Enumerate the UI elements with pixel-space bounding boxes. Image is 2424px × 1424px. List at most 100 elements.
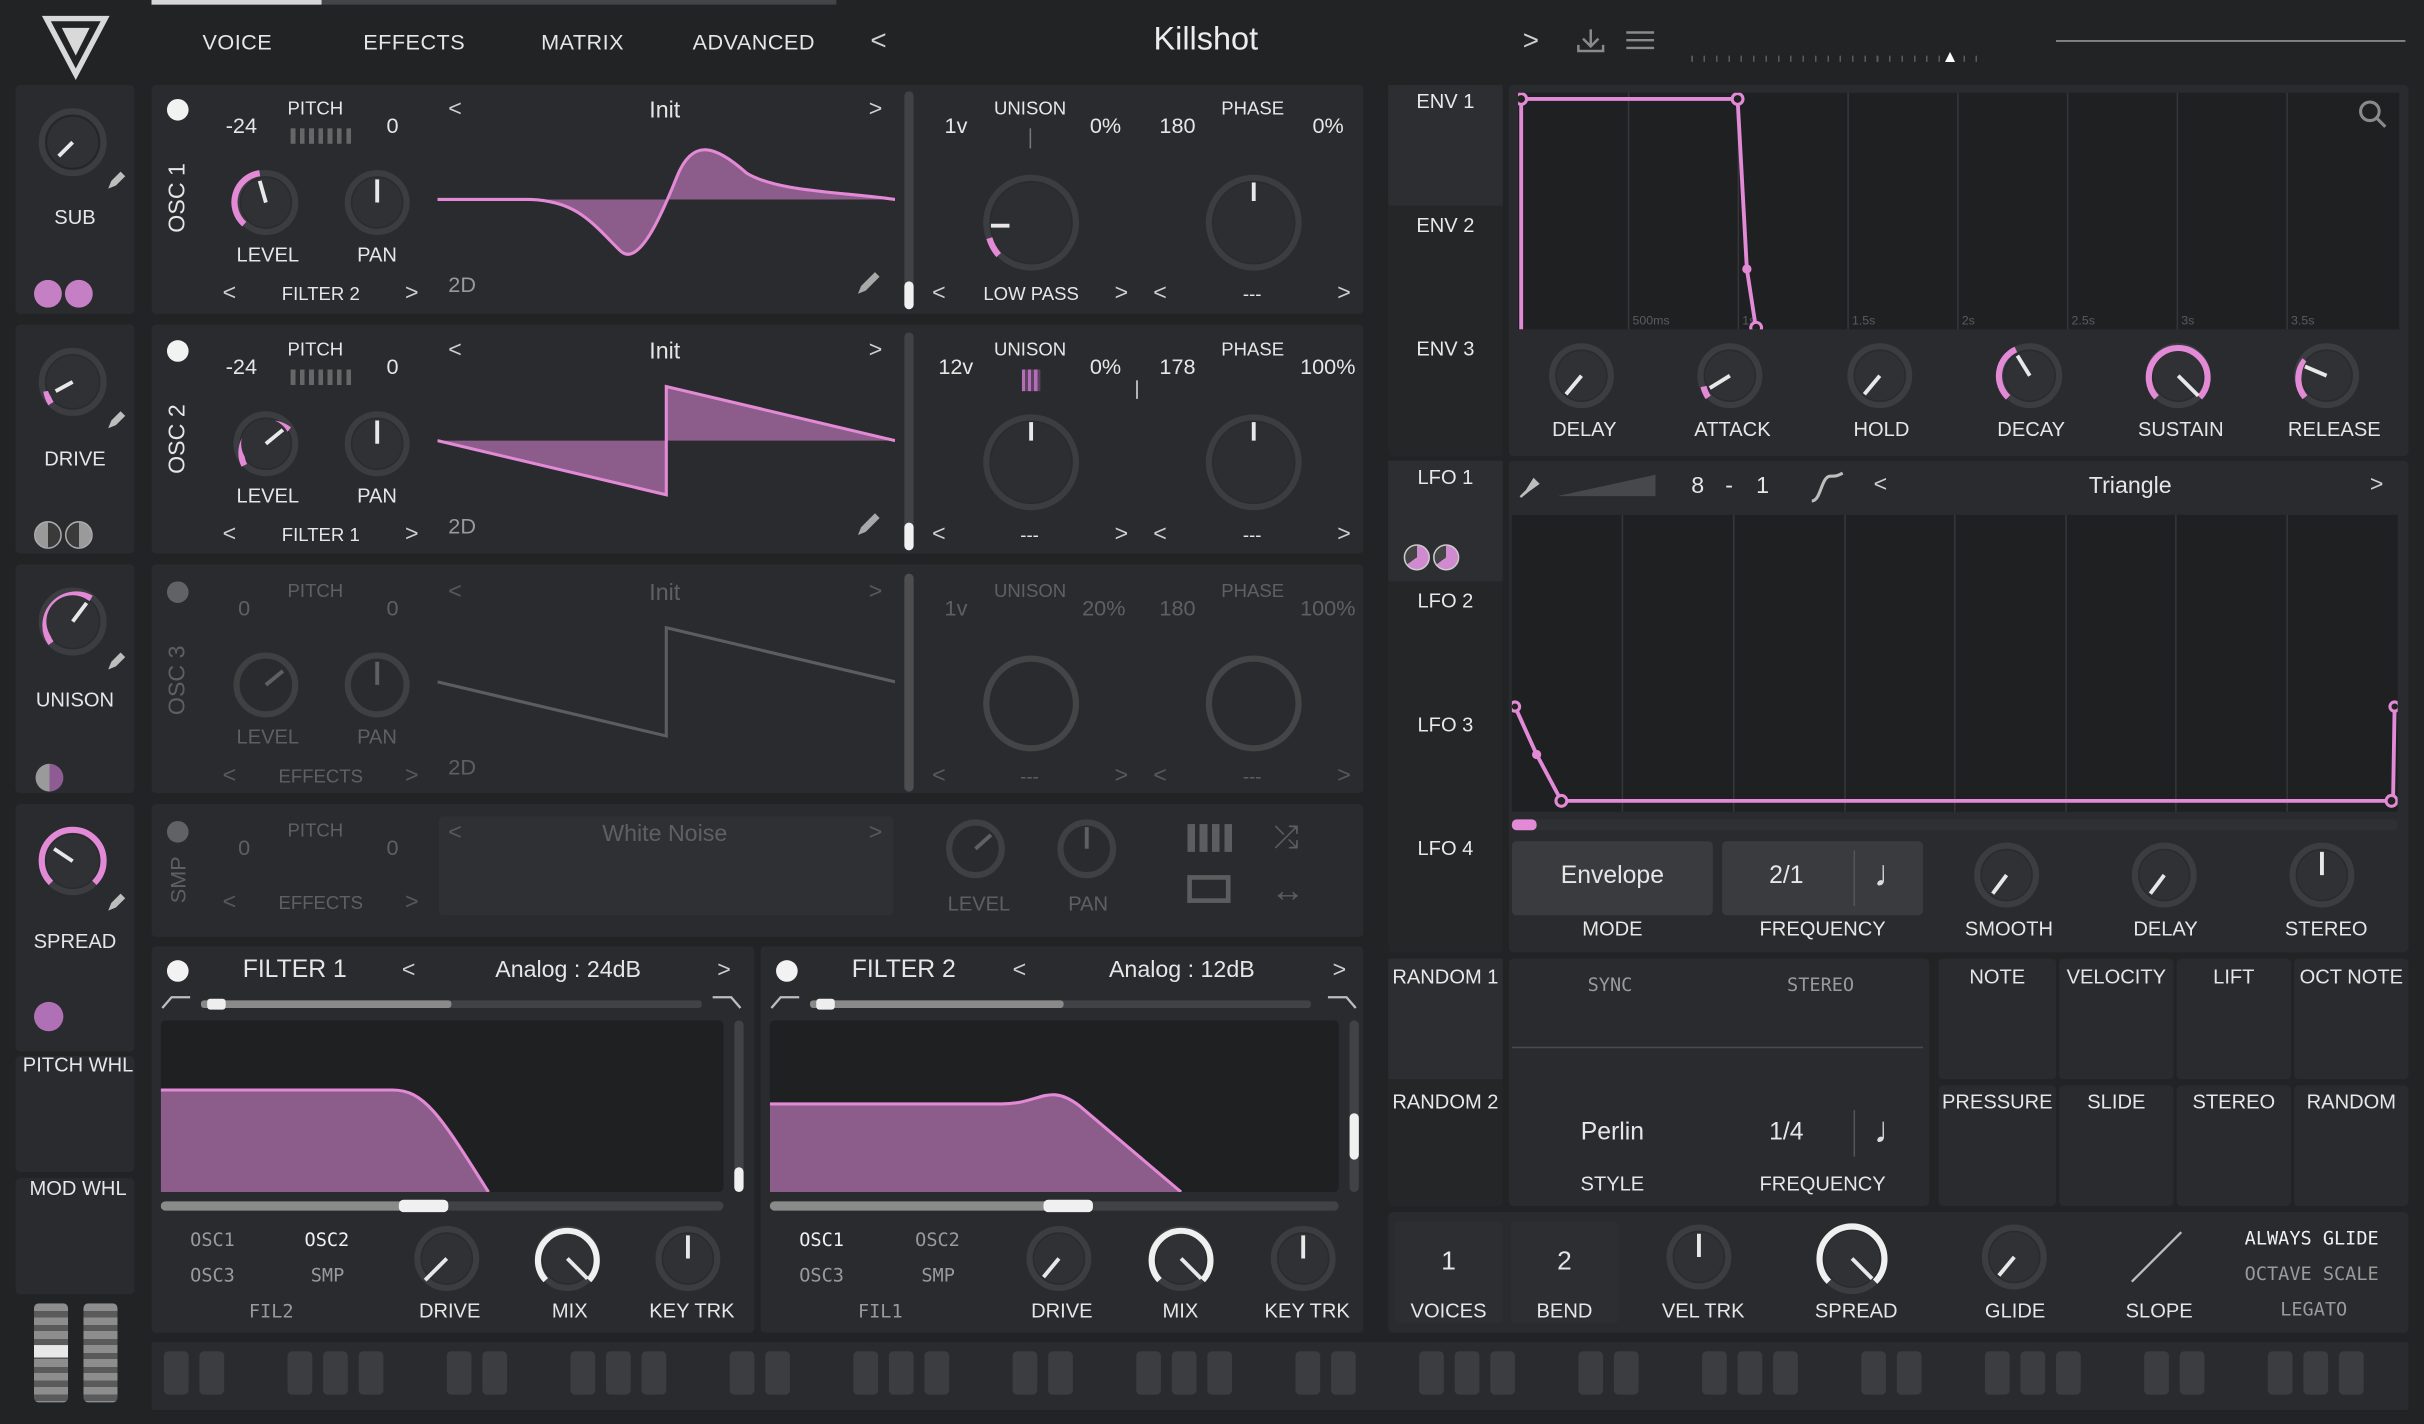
lfo-smooth-knob[interactable] [1971,840,2042,911]
filter-2-src-osc2[interactable]: OSC2 [915,1229,960,1251]
osc-1-route[interactable]: FILTER 2 [263,283,379,305]
osc-1-frame-handle[interactable] [904,281,914,310]
filter-2-model-prev[interactable]: < [1013,957,1027,983]
black-key[interactable] [482,1351,508,1395]
sample-pitch-fine[interactable]: 0 [386,835,398,860]
osc-1-frame-slider[interactable] [904,91,914,310]
osc-3-phase-option[interactable]: --- [1221,765,1283,787]
vel-trk-knob[interactable] [1663,1221,1734,1292]
osc-3-power-toggle[interactable] [166,581,189,603]
black-key[interactable] [1490,1351,1515,1395]
black-key[interactable] [1136,1351,1161,1395]
osc-1-unison-detune-knob[interactable] [979,170,1084,275]
black-key[interactable] [323,1351,348,1395]
tab-random-1[interactable]: RANDOM 1 [1388,965,1502,988]
mod-source-pressure[interactable]: PRESSURE [1939,1090,2056,1113]
osc-2-wavetable-name[interactable]: Init [603,339,727,365]
black-key[interactable] [2056,1351,2081,1395]
lfo-grid-y[interactable]: 1 [1756,473,1769,499]
tab-env-3[interactable]: ENV 3 [1388,337,1502,360]
osc-1-route-next[interactable]: > [405,280,419,306]
osc-1-phase-value[interactable]: 180 [1159,113,1195,138]
tab-effects[interactable]: EFFECTS [363,29,465,54]
osc-3-phase-random[interactable]: 100% [1300,595,1355,620]
osc-3-filter-type[interactable]: --- [999,765,1061,787]
black-key[interactable] [1737,1351,1763,1395]
octave-scale-toggle[interactable]: OCTAVE SCALE [2245,1263,2379,1285]
note-sync-icon[interactable]: ♩ [1874,853,1911,896]
filter-2-mix-knob[interactable] [1146,1223,1217,1294]
sample-prev[interactable]: < [448,819,462,845]
black-key[interactable] [2338,1351,2364,1395]
lfo-stereo-knob[interactable] [2286,840,2357,911]
spread-knob[interactable] [36,824,110,898]
osc-1-pitch-fine[interactable]: 0 [386,113,398,138]
osc-1-unison-detune[interactable]: 0% [1090,113,1121,138]
lfo-shape-name[interactable]: Triangle [2037,473,2223,499]
filter-1-cutoff-handle[interactable] [398,1199,449,1213]
macro-4-edit-icon[interactable] [105,892,127,914]
preset-name[interactable]: Killshot [1082,22,1329,59]
macro-3-edit-icon[interactable] [105,651,127,673]
tab-lfo-3[interactable]: LFO 3 [1388,713,1502,736]
black-key[interactable] [2267,1351,2293,1395]
filter-1-keytrk-knob[interactable] [652,1223,723,1294]
black-key[interactable] [2179,1351,2205,1395]
black-key[interactable] [1295,1351,1321,1395]
osc-1-wavetable-name[interactable]: Init [603,97,727,123]
osc-2-phase-knob[interactable] [1201,410,1306,515]
osc-2-wavetable-next[interactable]: > [869,337,883,363]
sample-route-next[interactable]: > [405,889,419,915]
mod-source-lift[interactable]: LIFT [2177,965,2291,988]
black-key[interactable] [1454,1351,1480,1395]
osc-2-phase-value[interactable]: 178 [1159,354,1195,379]
tab-env-1[interactable]: ENV 1 [1388,90,1502,113]
lfo-grid-x[interactable]: 8 [1691,473,1704,499]
osc-2-edit-icon[interactable] [855,510,883,538]
osc-2-level-knob[interactable] [230,408,301,479]
env-decay-knob[interactable] [1994,340,2065,411]
env-release-knob[interactable] [2291,340,2362,411]
sub-knob[interactable] [36,105,110,179]
osc-3-pitch-coarse[interactable]: 0 [238,595,250,620]
osc-3-route[interactable]: EFFECTS [263,765,379,787]
osc-2-phase-option[interactable]: --- [1221,524,1283,546]
osc-3-filter-prev[interactable]: < [932,762,946,788]
filter-1-model-prev[interactable]: < [402,957,416,983]
bounce-icon[interactable]: ↔ [1271,870,1305,910]
osc-3-pan-knob[interactable] [342,649,413,720]
osc-3-phase-prev[interactable]: < [1153,762,1167,788]
black-key[interactable] [1331,1351,1356,1395]
sample-level-knob[interactable] [943,816,1008,881]
black-key[interactable] [287,1351,313,1395]
black-key[interactable] [1171,1351,1197,1395]
osc-2-waveform[interactable] [437,379,896,503]
osc-2-filter-type[interactable]: --- [999,524,1061,546]
osc-3-phase-next[interactable]: > [1337,762,1351,788]
env-hold-knob[interactable] [1844,340,1915,411]
osc-2-unison-detune-knob[interactable] [979,410,1084,515]
filter-1-power-toggle[interactable] [166,960,189,982]
osc-1-dimension[interactable]: 2D [448,272,476,297]
black-key[interactable] [1773,1351,1798,1395]
black-key[interactable] [446,1351,472,1395]
osc-3-waveform[interactable] [437,620,896,744]
sample-route[interactable]: EFFECTS [263,892,379,914]
black-key[interactable] [765,1351,790,1395]
env-attack-knob[interactable] [1694,340,1765,411]
mod-source-note[interactable]: NOTE [1939,965,2056,988]
filter-2-model-next[interactable]: > [1333,957,1347,983]
osc-2-route[interactable]: FILTER 1 [263,524,379,546]
loop-icon[interactable] [1187,875,1231,903]
black-key[interactable] [1048,1351,1073,1395]
filter-2-drive-knob[interactable] [1023,1223,1094,1294]
osc-2-frame-slider[interactable] [904,332,914,551]
preset-next-button[interactable]: > [1523,25,1539,57]
preset-prev-button[interactable]: < [870,25,886,57]
filter-2-src-smp[interactable]: SMP [921,1265,955,1287]
osc-1-phase-next[interactable]: > [1337,280,1351,306]
voice-spread-knob[interactable] [1813,1220,1890,1297]
mod-source-stereo[interactable]: STEREO [2177,1090,2291,1113]
glide-knob[interactable] [1979,1221,2050,1292]
osc-1-level-knob[interactable] [230,167,301,238]
